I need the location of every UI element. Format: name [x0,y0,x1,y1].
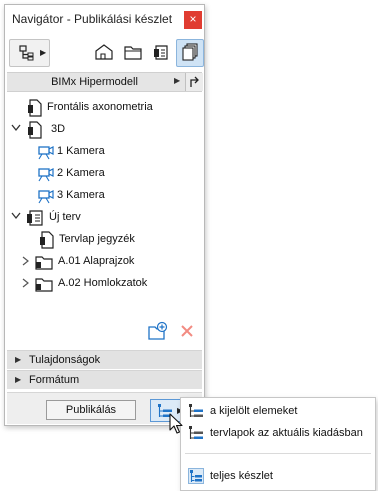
tree-item[interactable]: A.01 Alaprajzok [5,251,204,273]
tree-item[interactable]: 3 Kamera [5,185,204,207]
menu-item-selected-items[interactable]: a kijelölt elemeket [181,400,375,422]
new-subset-folder-icon[interactable] [147,321,169,341]
project-map-tree-icon [19,45,35,61]
chevron-right-icon[interactable] [22,256,30,268]
tree-item-label: A.01 Alaprajzok [58,255,135,267]
go-to-parent-button[interactable] [185,73,203,91]
menu-item-entire-set[interactable]: teljes készlet [181,465,375,487]
tree-item[interactable]: 1 Kamera [5,141,204,163]
view-map-button[interactable] [118,39,148,65]
tree-actions-bar [5,314,204,350]
camera-icon [36,166,54,182]
tree-item[interactable]: Tervlap jegyzék [5,229,204,251]
chevron-right-icon: ▶ [40,48,47,57]
publisher-sets-icon [180,42,200,62]
menu-item-label: tervlapok az aktuális kiadásban [210,427,363,439]
camera-icon [36,144,54,160]
publisher-set-selector[interactable]: BIMx Hipermodell ▶ [7,72,203,92]
house-icon [94,42,114,62]
tree-item[interactable]: Frontális axonometria [5,97,204,119]
tree-item-label: 2 Kamera [57,167,105,179]
project-map-button[interactable] [89,39,119,65]
tree-item-label: 3 Kamera [57,189,105,201]
entire-set-icon [188,468,204,484]
close-button[interactable]: × [184,11,202,29]
chevron-right-icon: ▶ [15,355,22,364]
folder-icon [123,42,143,62]
chevron-down-icon[interactable] [11,124,21,134]
tree-item-label: Tervlap jegyzék [59,233,135,245]
mouse-cursor-icon [169,413,183,435]
up-arrow-icon [189,76,201,88]
menu-item-label: a kijelölt elemeket [210,405,298,417]
chevron-right-icon[interactable]: ▶ [174,76,180,85]
navigator-palette: Navigátor - Publikálási készlet × ▶ BIMx… [4,4,205,426]
publisher-set-name: BIMx Hipermodell [51,76,138,88]
format-section-label: Formátum [29,374,80,386]
window-title: Navigátor - Publikálási készlet [12,12,173,26]
layout-book-icon [25,209,45,227]
project-map-dropdown-button[interactable]: ▶ [9,39,50,67]
tree-item[interactable]: 2 Kamera [5,163,204,185]
menu-separator [185,453,371,454]
subset-folder-icon [34,254,54,270]
format-section-header[interactable]: ▶ Formátum [7,370,202,389]
current-issue-icon [188,425,204,441]
publisher-sets-button[interactable] [176,39,204,67]
navigator-toolbar: ▶ [6,36,204,70]
tree-item[interactable]: Új terv [5,207,204,229]
tree-item-label: Új terv [49,211,81,223]
delete-icon[interactable] [180,324,194,338]
chevron-right-icon: ▶ [15,375,22,384]
publish-scope-menu: a kijelölt elemeket tervlapok az aktuáli… [180,397,376,491]
publish-button[interactable]: Publikálás [46,400,136,420]
title-bar[interactable]: Navigátor - Publikálási készlet × [5,5,204,33]
tree-item[interactable]: 3D [5,119,204,141]
properties-section-header[interactable]: ▶ Tulajdonságok [7,350,202,369]
selected-items-icon [188,403,204,419]
chevron-right-icon[interactable] [22,278,30,290]
camera-icon [36,188,54,204]
tree-item-label: A.02 Homlokzatok [58,277,148,289]
tree-item-label: 3D [51,123,66,135]
subset-folder-icon [34,276,54,292]
view-document-icon [39,231,55,249]
view-document-icon [27,121,43,139]
menu-item-label: teljes készlet [210,470,273,482]
menu-item-current-issue-layouts[interactable]: tervlapok az aktuális kiadásban [181,422,375,444]
layout-book-icon [152,42,172,62]
layout-book-button[interactable] [147,39,177,65]
view-document-icon [27,99,43,117]
properties-section-label: Tulajdonságok [29,354,101,366]
tree-item[interactable]: A.02 Homlokzatok [5,273,204,295]
tree-item-label: 1 Kamera [57,145,105,157]
tree-item-label: Frontális axonometria [47,101,153,113]
chevron-down-icon[interactable] [11,212,21,222]
